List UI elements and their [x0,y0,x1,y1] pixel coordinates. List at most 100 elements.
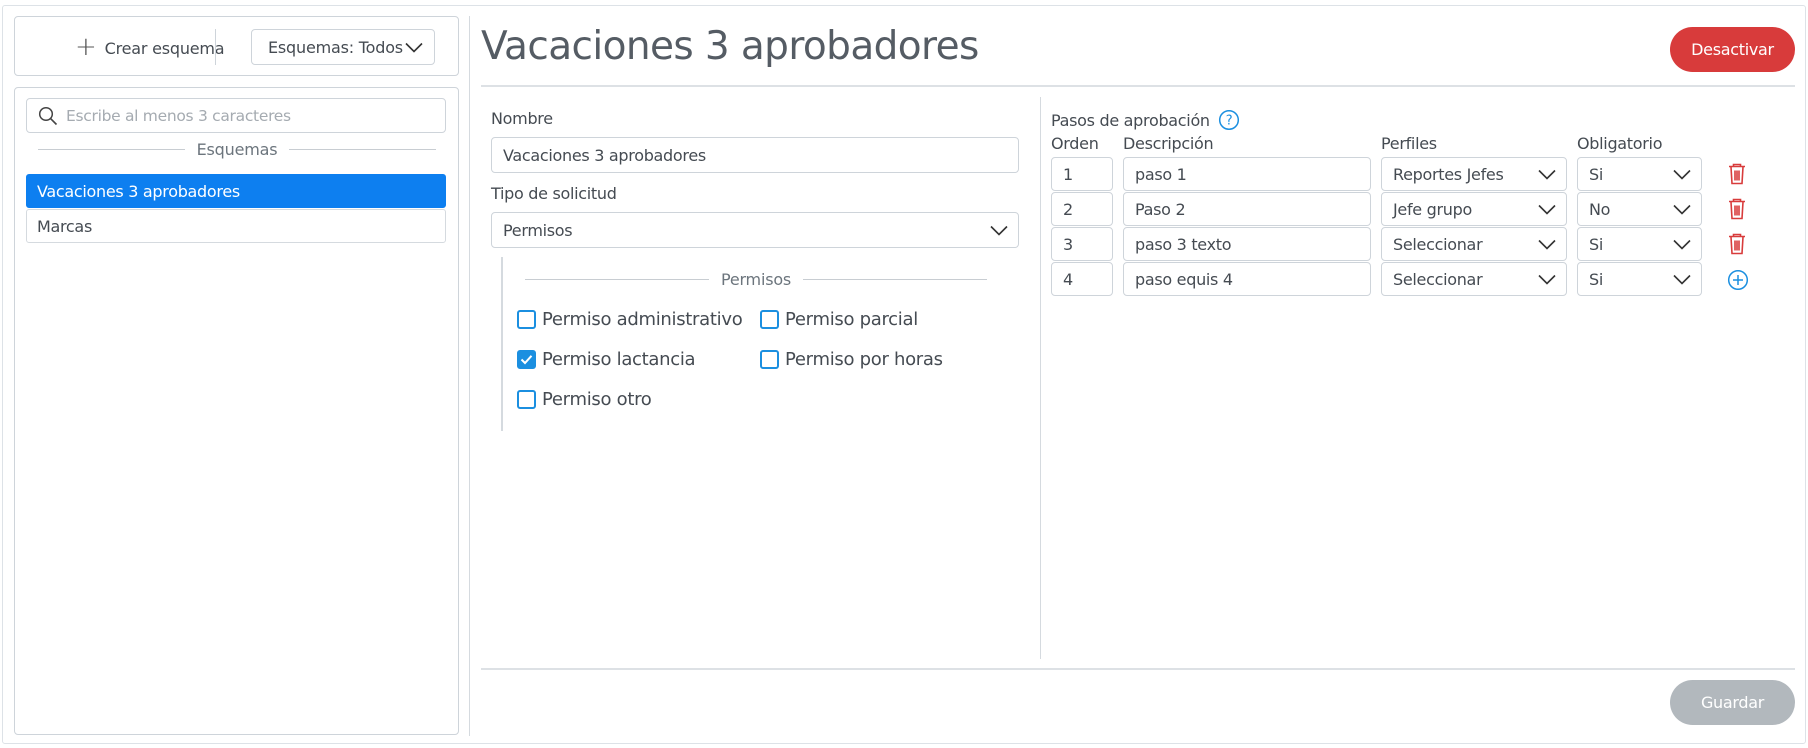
step-required-value: No [1589,199,1611,219]
step-profile-value: Seleccionar [1393,269,1483,289]
step-required-value: Si [1589,234,1604,254]
step-required-value: Si [1589,269,1604,289]
column-header-profiles: Perfiles [1381,134,1437,153]
step-description-field[interactable]: paso equis 4 [1123,262,1371,296]
add-step-icon[interactable] [1727,269,1749,291]
svg-text:?: ? [1225,114,1232,129]
step-order-value: 2 [1063,199,1073,219]
request-type-select[interactable]: Permisos [491,212,1019,248]
permissions-title: Permisos [720,270,792,289]
chevron-down-icon [405,42,423,53]
save-button[interactable]: Guardar [1670,680,1795,725]
permission-label: Permiso otro [542,389,652,410]
step-profile-select[interactable]: Seleccionar [1381,262,1567,296]
scheme-filter-select[interactable]: Esquemas: Todos [251,29,435,65]
step-description-value: paso 3 texto [1135,234,1232,254]
step-required-select[interactable]: Si [1577,157,1702,191]
column-header-description: Descripción [1123,134,1214,153]
scheme-list-item[interactable]: Vacaciones 3 aprobadores [26,174,446,208]
step-description-value: Paso 2 [1135,199,1186,219]
permission-checkbox-administrativo[interactable]: Permiso administrativo [517,309,743,330]
step-required-value: Si [1589,164,1604,184]
step-profile-value: Jefe grupo [1393,199,1472,219]
step-description-field[interactable]: paso 1 [1123,157,1371,191]
step-description-field[interactable]: Paso 2 [1123,192,1371,226]
chevron-down-icon [1673,204,1691,215]
name-label: Nombre [491,109,553,128]
permission-label: Permiso administrativo [542,309,743,330]
chevron-down-icon [1538,169,1556,180]
header-divider [481,85,1795,87]
request-type-label: Tipo de solicitud [491,184,617,203]
create-scheme-button[interactable]: + Crear esquema [75,31,225,62]
name-field[interactable]: Vacaciones 3 aprobadores [491,137,1019,173]
request-type-value: Permisos [503,220,573,240]
permission-checkbox-lactancia[interactable]: Permiso lactancia [517,349,696,370]
chevron-down-icon [1673,169,1691,180]
checkbox-box [517,310,536,329]
trash-icon[interactable] [1727,198,1747,220]
scheme-filter-value: Esquemas: Todos [268,37,403,57]
checkbox-box [517,390,536,409]
step-required-select[interactable]: Si [1577,227,1702,261]
permission-checkbox-otro[interactable]: Permiso otro [517,389,652,410]
step-order-value: 1 [1063,164,1073,184]
permission-label: Permiso lactancia [542,349,696,370]
step-order-field[interactable]: 3 [1051,227,1113,261]
step-profile-select[interactable]: Jefe grupo [1381,192,1567,226]
step-profile-select[interactable]: Seleccionar [1381,227,1567,261]
checkbox-box [760,350,779,369]
permission-label: Permiso parcial [785,309,918,330]
checkbox-box [517,350,536,369]
scheme-list-item[interactable]: Marcas [26,209,446,243]
permission-checkbox-por-horas[interactable]: Permiso por horas [760,349,943,370]
scheme-list-item-label: Vacaciones 3 aprobadores [37,181,240,201]
column-header-required: Obligatorio [1577,134,1663,153]
search-icon [38,106,58,125]
step-description-value: paso 1 [1135,164,1187,184]
chevron-down-icon [1673,239,1691,250]
page-title: Vacaciones 3 aprobadores [481,24,979,69]
chevron-down-icon [1538,239,1556,250]
sidebar-toolbar: + Crear esquema Esquemas: Todos [14,16,459,76]
chevron-down-icon [1538,204,1556,215]
scheme-search-field[interactable] [26,98,446,133]
create-scheme-label: Crear esquema [104,38,225,58]
step-description-field[interactable]: paso 3 texto [1123,227,1371,261]
checkbox-box [760,310,779,329]
column-divider [1040,97,1041,659]
step-order-value: 3 [1063,234,1073,254]
scheme-section-title: Esquemas [196,140,278,159]
permission-checkbox-parcial[interactable]: Permiso parcial [760,309,918,330]
plus-icon: + [75,31,97,62]
name-field-value: Vacaciones 3 aprobadores [503,145,706,165]
chevron-down-icon [1538,274,1556,285]
step-profile-select[interactable]: Reportes Jefes [1381,157,1567,191]
permissions-group-border [501,257,503,431]
step-required-select[interactable]: No [1577,192,1702,226]
scheme-search-input[interactable] [66,106,436,125]
column-header-order: Orden [1051,134,1099,153]
step-description-value: paso equis 4 [1135,269,1233,289]
step-order-field[interactable]: 2 [1051,192,1113,226]
checkmark-icon [520,355,533,365]
step-profile-value: Reportes Jefes [1393,164,1504,184]
step-order-field[interactable]: 1 [1051,157,1113,191]
step-required-select[interactable]: Si [1577,262,1702,296]
step-profile-value: Seleccionar [1393,234,1483,254]
toolbar-divider [215,29,216,65]
approval-steps-header: Pasos de aprobación ? [1051,109,1240,131]
panel-divider [469,16,470,736]
permission-label: Permiso por horas [785,349,943,370]
chevron-down-icon [1673,274,1691,285]
approval-steps-title: Pasos de aprobación [1051,110,1210,130]
chevron-down-icon [990,225,1008,236]
permissions-divider: Permisos [525,270,987,289]
trash-icon[interactable] [1727,233,1747,255]
trash-icon[interactable] [1727,163,1747,185]
step-order-value: 4 [1063,269,1073,289]
footer-divider [481,668,1795,670]
deactivate-button[interactable]: Desactivar [1670,27,1795,72]
help-icon[interactable]: ? [1218,109,1240,131]
step-order-field[interactable]: 4 [1051,262,1113,296]
